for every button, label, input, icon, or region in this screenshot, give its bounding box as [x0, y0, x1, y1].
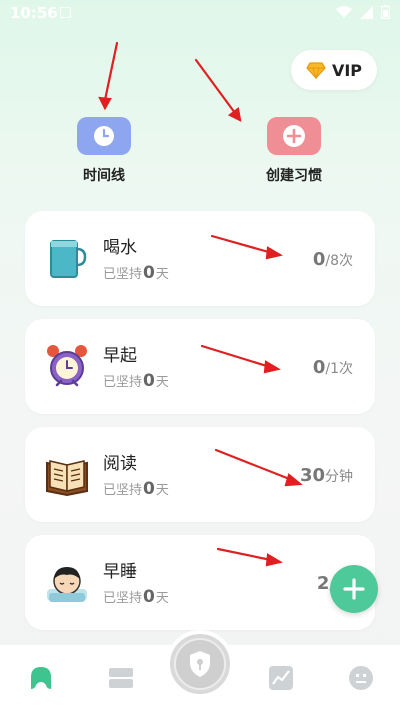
habit-streak: 已坚持0天 — [103, 263, 169, 283]
habit-card-water[interactable]: 喝水 已坚持0天 0/8次 — [25, 211, 375, 306]
habit-card-early-rise[interactable]: 早起 已坚持0天 0/1次 — [25, 319, 375, 414]
wifi-icon — [336, 5, 352, 18]
diamond-icon — [306, 61, 326, 79]
habit-name: 早起 — [103, 346, 137, 366]
arrow-annotation — [98, 41, 119, 111]
habit-streak: 已坚持0天 — [103, 587, 169, 607]
arrow-annotation — [194, 58, 242, 122]
habit-name: 早睡 — [103, 562, 137, 582]
plus-icon — [283, 125, 305, 147]
lock-button-inner — [174, 638, 226, 690]
cards-icon[interactable] — [108, 665, 134, 691]
habit-progress: 0/8次 — [312, 249, 353, 270]
create-habit-button[interactable]: 创建习惯 — [266, 117, 322, 185]
create-icon-box — [267, 117, 321, 155]
timeline-label: 时间线 — [83, 168, 125, 184]
clock-icon — [94, 126, 114, 146]
status-bar: 10:56 — [0, 0, 400, 26]
habit-name: 阅读 — [103, 454, 137, 474]
battery-icon — [381, 5, 390, 19]
habit-card-early-sleep[interactable]: 早睡 已坚持0天 2/1 — [25, 535, 375, 630]
alarm-clock-icon — [47, 345, 87, 387]
chart-icon[interactable] — [268, 665, 294, 691]
habit-streak: 已坚持0天 — [103, 371, 169, 391]
habit-streak: 已坚持0天 — [103, 479, 169, 499]
add-habit-fab[interactable] — [330, 565, 378, 613]
habit-progress: 30分钟 — [299, 465, 353, 486]
vip-label: VIP — [331, 60, 363, 80]
water-cup-icon — [50, 240, 87, 278]
open-book-icon — [46, 460, 88, 497]
habit-card-reading[interactable]: 阅读 已坚持0天 30分钟 — [25, 427, 375, 522]
timeline-button[interactable]: 时间线 — [77, 117, 131, 185]
plus-icon — [343, 578, 365, 600]
sleeping-face-icon — [47, 567, 87, 602]
status-time: 10:56 — [10, 4, 58, 22]
notification-icon — [60, 7, 71, 18]
vip-button[interactable]: VIP — [291, 50, 377, 90]
habit-name: 喝水 — [103, 238, 137, 258]
lock-shield-icon — [190, 651, 210, 677]
face-icon[interactable] — [348, 665, 374, 691]
lock-button[interactable] — [166, 630, 234, 698]
status-icons — [336, 5, 390, 19]
habit-progress: 0/1次 — [312, 357, 353, 378]
timeline-icon-box — [77, 117, 131, 155]
signal-icon — [360, 5, 373, 19]
home-icon[interactable] — [28, 665, 54, 691]
create-habit-label: 创建习惯 — [266, 168, 322, 184]
